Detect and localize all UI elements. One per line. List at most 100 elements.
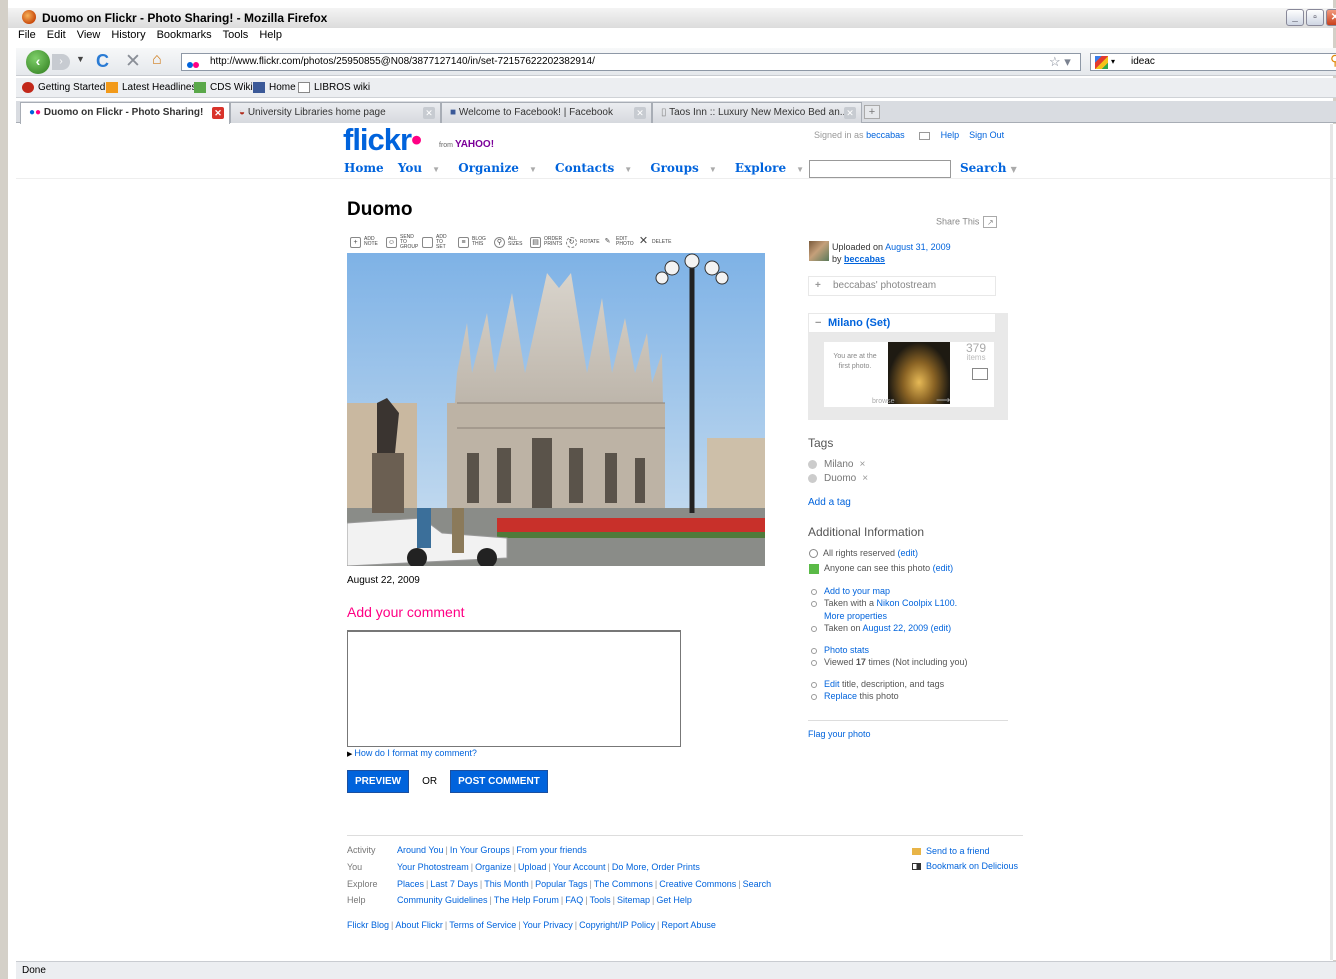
edit-photo-button[interactable]: ✎ EDIT PHOTO bbox=[602, 234, 634, 250]
tab-facebook[interactable]: ■ Welcome to Facebook! | Facebook ✕ bbox=[441, 102, 652, 123]
stop-icon[interactable]: ✕ bbox=[125, 50, 141, 73]
menu-edit[interactable]: Edit bbox=[47, 29, 66, 41]
edit-visibility-link[interactable]: (edit) bbox=[933, 563, 954, 573]
sign-out-link[interactable]: Sign Out bbox=[969, 130, 1004, 140]
set-title[interactable]: − Milano (Set) bbox=[808, 313, 996, 333]
rotate-button[interactable]: ↻ ROTATE bbox=[566, 234, 600, 250]
footer-link[interactable]: Do More, Order Prints bbox=[612, 862, 700, 872]
footer-link[interactable]: Report Abuse bbox=[661, 920, 716, 930]
add-to-set-button[interactable]: ADD TO SET bbox=[422, 234, 452, 250]
help-link[interactable]: Help bbox=[941, 130, 960, 140]
chevron-down-icon[interactable]: ▼ bbox=[709, 165, 717, 174]
delicious-link[interactable]: Bookmark on Delicious bbox=[912, 861, 1018, 871]
forward-button[interactable]: › bbox=[52, 54, 70, 70]
scrollbar[interactable] bbox=[1330, 124, 1333, 960]
footer-link[interactable]: Creative Commons bbox=[659, 879, 736, 889]
add-tag-link[interactable]: Add a tag bbox=[808, 497, 851, 508]
nav-groups[interactable]: Groups bbox=[650, 161, 698, 175]
tab-taos-inn[interactable]: ▯ Taos Inn :: Luxury New Mexico Bed an..… bbox=[652, 102, 862, 123]
minimize-button[interactable]: _ bbox=[1286, 9, 1304, 26]
nav-home[interactable]: Home bbox=[344, 161, 384, 175]
footer-link[interactable]: In Your Groups bbox=[450, 845, 510, 855]
add-map-link[interactable]: Add to your map bbox=[824, 586, 890, 596]
footer-link[interactable]: FAQ bbox=[565, 895, 583, 905]
chevron-down-icon[interactable]: ▼ bbox=[796, 165, 804, 174]
chevron-down-icon[interactable]: ▼ bbox=[624, 165, 632, 174]
slideshow-icon[interactable] bbox=[972, 368, 988, 380]
footer-link[interactable]: Upload bbox=[518, 862, 547, 872]
replace-link[interactable]: Replace bbox=[824, 691, 857, 701]
footer-link[interactable]: Tools bbox=[590, 895, 611, 905]
menu-file[interactable]: File bbox=[18, 29, 36, 41]
mail-icon[interactable] bbox=[919, 131, 931, 140]
footer-link[interactable]: The Help Forum bbox=[494, 895, 559, 905]
tab-flickr[interactable]: ●● Duomo on Flickr - Photo Sharing! ✕ bbox=[20, 102, 230, 124]
menu-help[interactable]: Help bbox=[259, 29, 282, 41]
share-this-button[interactable]: Share This ↗ bbox=[936, 216, 998, 228]
flag-photo-link[interactable]: Flag your photo bbox=[808, 729, 871, 739]
footer-link[interactable]: This Month bbox=[484, 879, 529, 889]
username-link[interactable]: beccabas bbox=[866, 130, 905, 140]
nav-organize[interactable]: Organize bbox=[458, 161, 519, 175]
footer-link[interactable]: Terms of Service bbox=[449, 920, 516, 930]
nav-contacts[interactable]: Contacts bbox=[555, 161, 614, 175]
browse-link[interactable]: browse bbox=[872, 398, 895, 405]
flickr-search-button[interactable]: Search ▼ bbox=[960, 161, 1017, 175]
bookmark-getting-started[interactable]: Getting Started bbox=[22, 82, 105, 93]
history-dropdown-icon[interactable]: ▼ bbox=[76, 54, 85, 64]
footer-link[interactable]: Your Photostream bbox=[397, 862, 469, 872]
new-tab-button[interactable]: + bbox=[864, 105, 880, 119]
upload-date-link[interactable]: August 31, 2009 bbox=[885, 242, 951, 252]
footer-link[interactable]: Copyright/IP Policy bbox=[579, 920, 655, 930]
search-engine-dropdown-icon[interactable]: ▾ bbox=[1111, 54, 1115, 70]
footer-link[interactable]: The Commons bbox=[594, 879, 653, 889]
comment-textarea[interactable] bbox=[347, 630, 681, 747]
footer-link[interactable]: Organize bbox=[475, 862, 512, 872]
taken-date-link[interactable]: August 22, 2009 bbox=[863, 623, 929, 633]
reload-icon[interactable]: C bbox=[96, 51, 109, 72]
avatar[interactable] bbox=[809, 241, 829, 261]
post-comment-button[interactable]: POST COMMENT bbox=[450, 770, 548, 793]
order-prints-button[interactable]: ▤ ORDER PRINTS bbox=[530, 234, 562, 250]
footer-link[interactable]: About Flickr bbox=[395, 920, 443, 930]
search-bar[interactable]: ▾ ideac bbox=[1090, 53, 1336, 71]
footer-link[interactable]: Flickr Blog bbox=[347, 920, 389, 930]
footer-link[interactable]: Search bbox=[743, 879, 772, 889]
edit-rights-link[interactable]: (edit) bbox=[898, 548, 919, 558]
footer-link[interactable]: Last 7 Days bbox=[430, 879, 478, 889]
footer-link[interactable]: Sitemap bbox=[617, 895, 650, 905]
url-bar[interactable]: http://www.flickr.com/photos/25950855@N0… bbox=[181, 53, 1081, 71]
bookmark-latest-headlines[interactable]: Latest Headlines bbox=[106, 82, 197, 93]
blog-this-button[interactable]: ≡ BLOG THIS bbox=[458, 234, 488, 250]
chevron-down-icon[interactable]: ▼ bbox=[432, 165, 440, 174]
photo-stats-link[interactable]: Photo stats bbox=[824, 645, 869, 655]
send-to-friend-link[interactable]: Send to a friend bbox=[912, 846, 990, 856]
edit-link[interactable]: Edit bbox=[824, 679, 840, 689]
main-photo[interactable] bbox=[347, 253, 765, 566]
delete-button[interactable]: ✕ DELETE bbox=[638, 234, 672, 250]
close-tab-icon[interactable]: ✕ bbox=[844, 107, 856, 119]
menu-tools[interactable]: Tools bbox=[223, 29, 249, 41]
close-button[interactable]: ✕ bbox=[1326, 9, 1336, 26]
footer-link[interactable]: Places bbox=[397, 879, 424, 889]
footer-link[interactable]: Popular Tags bbox=[535, 879, 587, 889]
footer-link[interactable]: From your friends bbox=[516, 845, 587, 855]
footer-link[interactable]: Around You bbox=[397, 845, 444, 855]
footer-link[interactable]: Community Guidelines bbox=[397, 895, 488, 905]
menu-bookmarks[interactable]: Bookmarks bbox=[157, 29, 212, 41]
search-icon[interactable]: ⚲ bbox=[1330, 52, 1336, 69]
format-help-link[interactable]: How do I format my comment? bbox=[347, 748, 477, 758]
bookmark-libros-wiki[interactable]: LIBROS wiki bbox=[298, 82, 370, 93]
bookmark-star-icon[interactable]: ☆ ▾ bbox=[1049, 54, 1071, 70]
footer-link[interactable]: Your Account bbox=[553, 862, 606, 872]
close-tab-icon[interactable]: ✕ bbox=[634, 107, 646, 119]
flickr-logo[interactable]: flickr• from YAHOO! bbox=[343, 124, 494, 158]
edit-date-link[interactable]: (edit) bbox=[931, 623, 952, 633]
home-icon[interactable]: ⌂ bbox=[152, 51, 162, 69]
back-button[interactable]: ‹ bbox=[26, 50, 50, 74]
chevron-down-icon[interactable]: ▼ bbox=[529, 165, 537, 174]
tag-item[interactable]: Duomo × bbox=[808, 473, 868, 484]
more-properties-link[interactable]: More properties bbox=[824, 611, 887, 621]
nav-explore[interactable]: Explore bbox=[735, 161, 786, 175]
footer-link[interactable]: Get Help bbox=[656, 895, 692, 905]
